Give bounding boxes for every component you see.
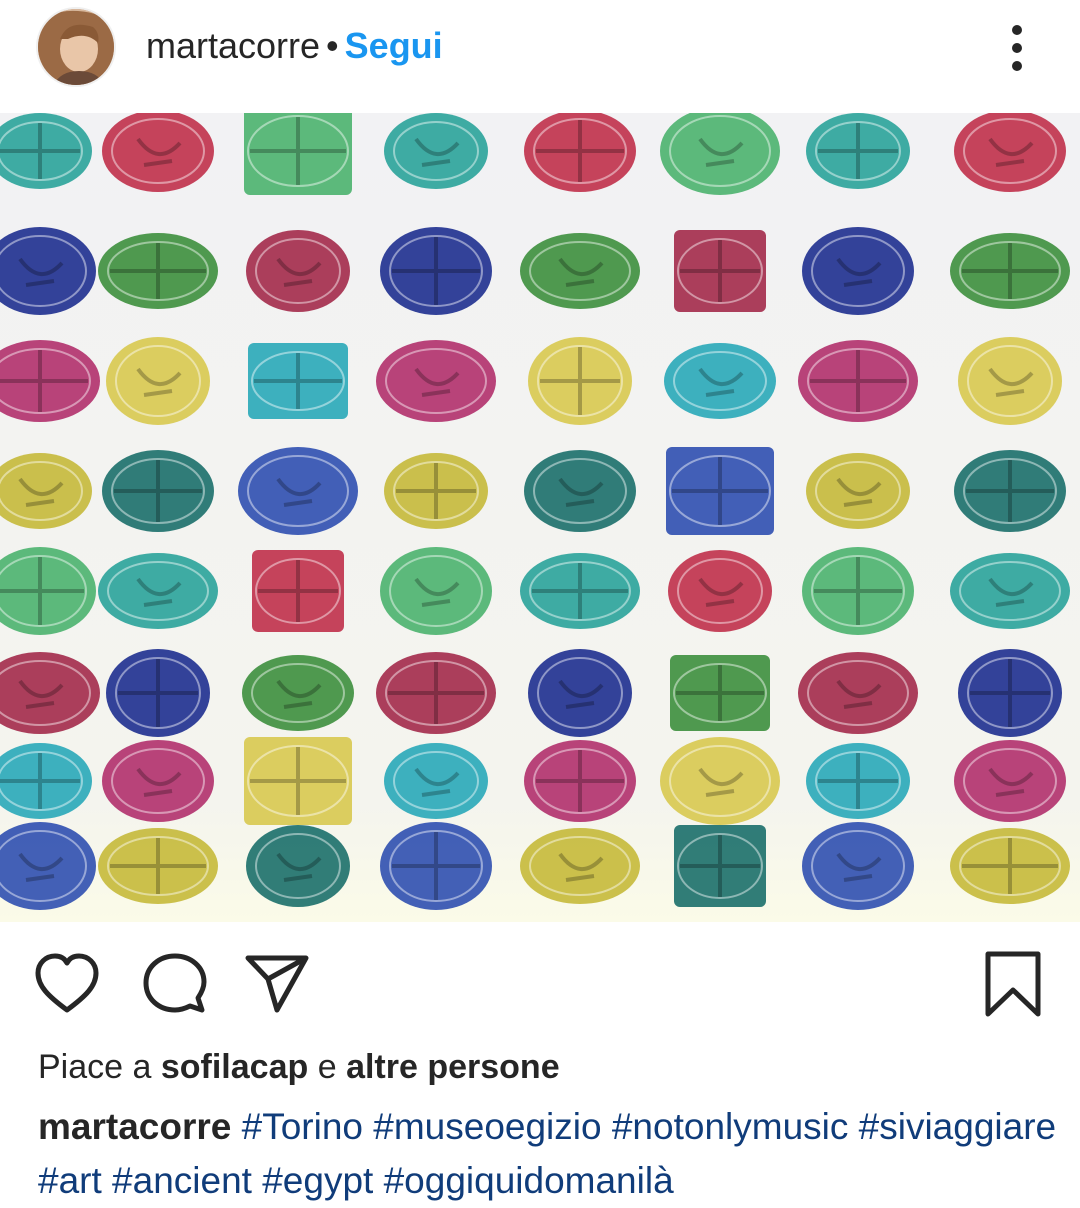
hashtag-link[interactable]: #siviaggiare (859, 1106, 1056, 1147)
scarab-seal (376, 652, 496, 734)
scarab-seal (528, 649, 632, 737)
scarab-seal (664, 343, 776, 419)
scarab-seal (954, 740, 1066, 822)
scarab-seal (98, 553, 218, 629)
scarab-seal (244, 113, 352, 195)
scarab-seal (520, 233, 640, 309)
hashtag-link[interactable]: #egypt (262, 1160, 373, 1201)
caption-username[interactable]: martacorre (38, 1106, 231, 1147)
scarab-seal (246, 825, 350, 907)
comment-icon[interactable] (142, 952, 208, 1018)
post-caption: martacorre #Torino #museoegizio #notonly… (38, 1100, 1058, 1208)
scarab-seal (106, 337, 210, 425)
avatar-image (38, 9, 114, 85)
scarab-seal (524, 113, 636, 192)
scarab-seal (380, 822, 492, 910)
username[interactable]: martacorre (146, 25, 320, 66)
avatar[interactable] (36, 7, 116, 87)
scarab-seal (248, 343, 348, 419)
post-header: martacorre • Segui (0, 0, 1080, 113)
scarab-seal (520, 828, 640, 904)
scarab-seal (384, 743, 488, 819)
scarab-seal (246, 230, 350, 312)
scarab-seal (524, 450, 636, 532)
scarab-seal (520, 553, 640, 629)
scarab-seal (806, 453, 910, 529)
scarab-seal (806, 113, 910, 189)
bookmark-icon[interactable] (980, 950, 1046, 1020)
more-options-icon[interactable] (1000, 22, 1034, 74)
scarab-seal (670, 655, 770, 731)
likes-prefix: Piace a (38, 1048, 152, 1086)
scarab-seal (102, 113, 214, 192)
separator-dot: • (326, 25, 339, 66)
scarab-seal (666, 447, 774, 535)
action-bar (0, 930, 1080, 1040)
scarab-seal (958, 649, 1062, 737)
scarab-seal (802, 822, 914, 910)
scarab-seal (380, 227, 492, 315)
post-image[interactable] (0, 113, 1080, 922)
scarab-seal (668, 550, 772, 632)
likes-line: Piace a sofilacap e altre persone (38, 1046, 560, 1088)
scarab-seal (376, 340, 496, 422)
scarab-seal (958, 337, 1062, 425)
heart-icon[interactable] (34, 952, 100, 1018)
scarab-seal (106, 649, 210, 737)
follow-button[interactable]: Segui (345, 25, 443, 66)
scarab-seal (244, 737, 352, 825)
scarab-seal (242, 655, 354, 731)
scarab-seal (528, 337, 632, 425)
hashtag-link[interactable]: #art (38, 1160, 102, 1201)
scarab-seal (660, 737, 780, 825)
scarab-seal (384, 113, 488, 189)
hashtag-link[interactable]: #ancient (112, 1160, 252, 1201)
scarab-seal (252, 550, 344, 632)
likes-others-link[interactable]: altre persone (346, 1048, 560, 1086)
scarab-seal (954, 113, 1066, 192)
scarab-seal (806, 743, 910, 819)
scarab-seal (802, 227, 914, 315)
scarab-seal (102, 450, 214, 532)
scarab-seal (954, 450, 1066, 532)
scarab-seal (98, 828, 218, 904)
likes-joiner: e (317, 1048, 337, 1086)
scarab-seal (950, 233, 1070, 309)
scarab-seal (802, 547, 914, 635)
scarab-seal (524, 740, 636, 822)
scarab-seal (674, 230, 766, 312)
hashtag-link[interactable]: #oggiquidomanilà (384, 1160, 674, 1201)
scarab-seal (238, 447, 358, 535)
scarab-seal (950, 553, 1070, 629)
scarab-seal (798, 652, 918, 734)
send-icon[interactable] (244, 952, 310, 1018)
header-title: martacorre • Segui (146, 24, 443, 68)
scarab-seal (98, 233, 218, 309)
liker-username[interactable]: sofilacap (161, 1048, 308, 1086)
scarab-seal (102, 740, 214, 822)
scarab-seal (674, 825, 766, 907)
hashtag-link[interactable]: #notonlymusic (612, 1106, 849, 1147)
scarab-seal (798, 340, 918, 422)
hashtag-link[interactable]: #museoegizio (373, 1106, 601, 1147)
scarab-seal (950, 828, 1070, 904)
scarab-seal (380, 547, 492, 635)
hashtag-link[interactable]: #Torino (242, 1106, 363, 1147)
scarab-seal (384, 453, 488, 529)
scarab-seal-grid (0, 113, 1080, 922)
